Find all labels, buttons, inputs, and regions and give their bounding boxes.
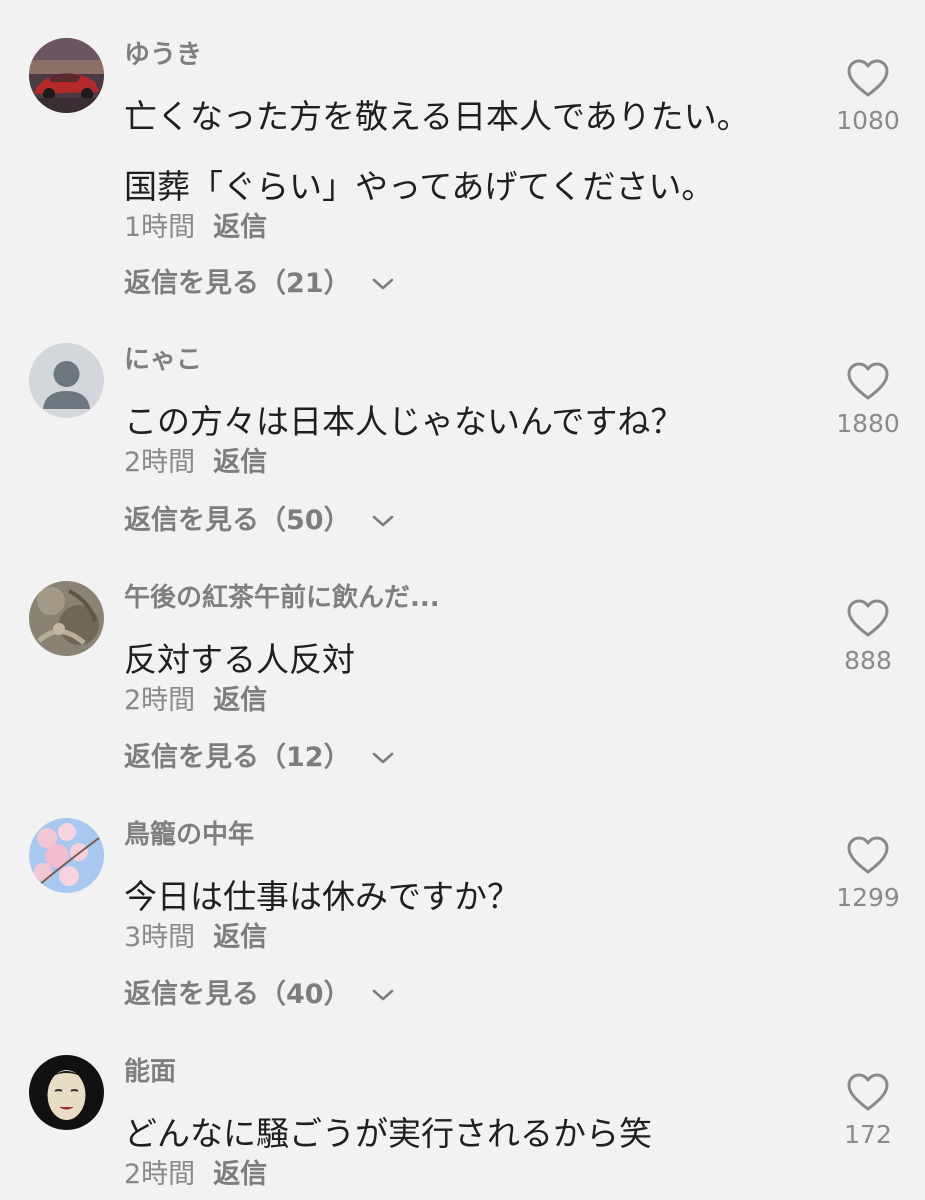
heart-outline-icon xyxy=(847,362,889,400)
chevron-down-icon xyxy=(372,515,393,527)
comment-item: 鳥籠の中年 今日は仕事は休みですか？ 3時間 返信 返信を見る（40） 1299 xyxy=(0,818,925,1058)
user-avatar[interactable] xyxy=(29,1055,104,1130)
user-avatar[interactable] xyxy=(29,343,104,418)
like-button[interactable]: 1299 xyxy=(830,835,906,913)
reply-button[interactable]: 返信 xyxy=(213,922,267,953)
view-replies-label: 返信を見る（50） xyxy=(124,505,351,536)
view-replies-button[interactable]: 返信を見る（21） xyxy=(124,266,395,302)
like-button[interactable]: 172 xyxy=(830,1072,906,1150)
chevron-down-icon xyxy=(372,989,393,1001)
view-replies-label: 返信を見る（12） xyxy=(124,742,351,773)
heart-outline-icon xyxy=(847,599,889,637)
like-count: 888 xyxy=(844,646,892,675)
chevron-down-icon xyxy=(372,752,393,764)
view-replies-button[interactable]: 返信を見る（12） xyxy=(124,740,395,776)
noh-mask-icon xyxy=(29,1055,104,1130)
view-replies-label: 返信を見る（40） xyxy=(124,979,351,1010)
comment-meta: 2時間 返信 xyxy=(124,445,267,481)
like-count: 1299 xyxy=(836,883,900,912)
username[interactable]: 能面 xyxy=(124,1055,176,1089)
chevron-down-icon xyxy=(372,278,393,290)
reply-button[interactable]: 返信 xyxy=(213,1159,267,1190)
cherry-blossom-icon xyxy=(29,818,104,893)
car-photo-icon xyxy=(29,38,104,113)
view-replies-button[interactable]: 返信を見る（40） xyxy=(124,977,395,1013)
default-user-icon xyxy=(29,343,104,418)
comment-text: 亡くなった方を敬える日本人でありたい。 国葬「ぐらい」やってあげてください。 xyxy=(124,82,750,222)
user-avatar[interactable] xyxy=(29,38,104,113)
view-replies-label: 返信を見る（21） xyxy=(124,268,351,299)
timestamp: 2時間 xyxy=(124,1159,196,1190)
heart-outline-icon xyxy=(847,59,889,97)
like-count: 1080 xyxy=(836,106,900,135)
view-replies-button[interactable]: 返信を見る（50） xyxy=(124,503,395,539)
stone-relief-icon xyxy=(29,581,104,656)
comment-list: ゆうき 亡くなった方を敬える日本人でありたい。 国葬「ぐらい」やってあげてくださ… xyxy=(0,0,925,1200)
like-count: 172 xyxy=(844,1120,892,1149)
comment-item: ゆうき 亡くなった方を敬える日本人でありたい。 国葬「ぐらい」やってあげてくださ… xyxy=(0,38,925,299)
comment-meta: 3時間 返信 xyxy=(124,920,267,956)
like-button[interactable]: 888 xyxy=(830,598,906,676)
username[interactable]: 鳥籠の中年 xyxy=(124,818,254,852)
timestamp: 2時間 xyxy=(124,685,196,716)
timestamp: 1時間 xyxy=(124,212,196,243)
comment-meta: 1時間 返信 xyxy=(124,210,267,246)
timestamp: 3時間 xyxy=(124,922,196,953)
username[interactable]: にゃこ xyxy=(124,343,202,377)
comment-item: 能面 どんなに騒ごうが実行されるから笑 2時間 返信 172 xyxy=(0,1055,925,1200)
user-avatar[interactable] xyxy=(29,581,104,656)
heart-outline-icon xyxy=(847,836,889,874)
reply-button[interactable]: 返信 xyxy=(213,447,267,478)
comment-item: 午後の紅茶午前に飲んだ... 反対する人反対 2時間 返信 返信を見る（12） 8… xyxy=(0,581,925,821)
comment-meta: 2時間 返信 xyxy=(124,683,267,719)
timestamp: 2時間 xyxy=(124,447,196,478)
comment-text-line: 亡くなった方を敬える日本人でありたい。 xyxy=(124,97,750,136)
comment-meta: 2時間 返信 xyxy=(124,1157,267,1193)
reply-button[interactable]: 返信 xyxy=(213,212,267,243)
username[interactable]: ゆうき xyxy=(124,38,202,72)
reply-button[interactable]: 返信 xyxy=(213,685,267,716)
heart-outline-icon xyxy=(847,1073,889,1111)
comment-item: にゃこ この方々は日本人じゃないんですね？ 2時間 返信 返信を見る（50） 18… xyxy=(0,343,925,583)
user-avatar[interactable] xyxy=(29,818,104,893)
username[interactable]: 午後の紅茶午前に飲んだ... xyxy=(124,581,440,615)
like-button[interactable]: 1880 xyxy=(830,361,906,439)
like-button[interactable]: 1080 xyxy=(830,58,906,136)
like-count: 1880 xyxy=(836,409,900,438)
